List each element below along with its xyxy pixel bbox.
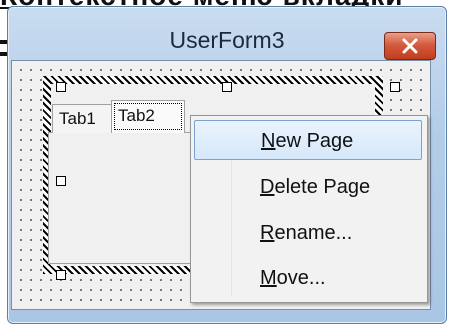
menu-item-delete-page[interactable]: Delete Page	[194, 167, 422, 207]
resize-handle-nw[interactable]	[56, 82, 66, 92]
menu-mnemonic: N	[261, 130, 276, 152]
close-button[interactable]	[384, 32, 436, 60]
resize-handle-sw[interactable]	[56, 270, 66, 280]
resize-handle-ne[interactable]	[390, 82, 400, 92]
menu-mnemonic: M	[260, 267, 277, 289]
menu-item-label: ove...	[276, 267, 326, 289]
tab-tab2[interactable]: Tab2	[111, 100, 185, 133]
menu-item-label: ew Page	[275, 130, 354, 152]
resize-handle-n[interactable]	[222, 82, 232, 92]
menu-item-move[interactable]: Move...	[194, 258, 422, 298]
menu-mnemonic: D	[260, 176, 275, 198]
close-icon	[402, 38, 418, 54]
menu-item-label: ename...	[274, 222, 353, 244]
tab-label: Tab1	[59, 109, 96, 128]
resize-handle-w[interactable]	[56, 176, 66, 186]
menu-item-label: elete Page	[274, 176, 371, 198]
menu-item-new-page[interactable]: New Page	[194, 120, 422, 160]
tab-label: Tab2	[118, 106, 155, 125]
context-menu: New Page Delete Page Rename... Move...	[190, 115, 428, 303]
menu-mnemonic: R	[260, 222, 275, 244]
window-title: UserForm3	[169, 27, 285, 53]
menu-item-rename[interactable]: Rename...	[194, 213, 422, 253]
